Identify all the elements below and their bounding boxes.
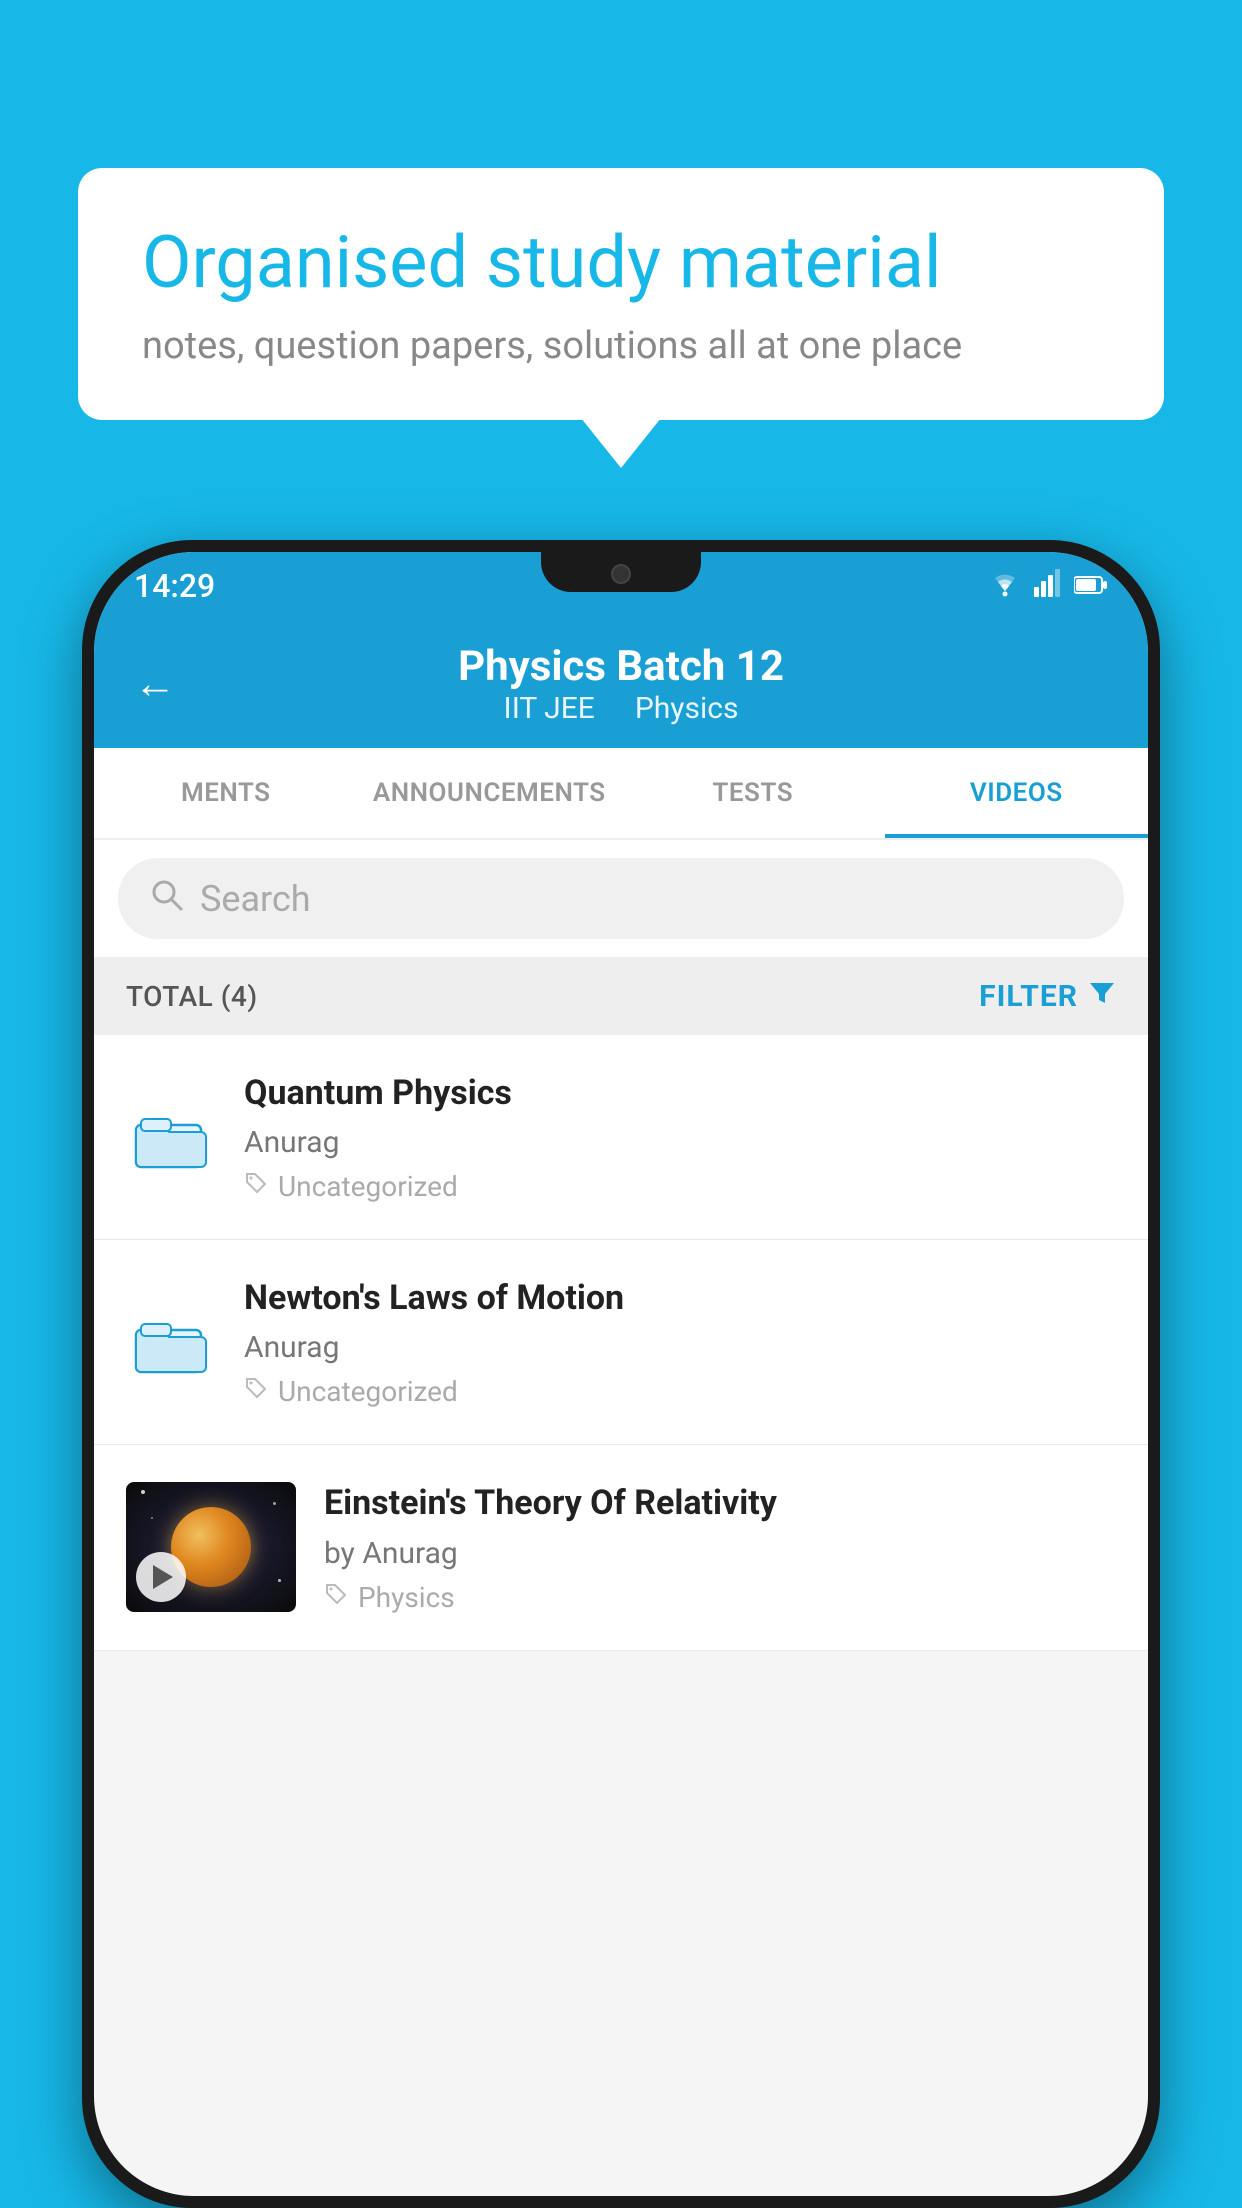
video-thumbnail (126, 1482, 296, 1612)
tag-icon (244, 1376, 268, 1407)
video-info: Newton's Laws of Motion Anurag Uncategor… (244, 1276, 1116, 1408)
notch (541, 552, 701, 592)
filter-button[interactable]: FILTER (979, 977, 1116, 1015)
folder-icon (126, 1297, 216, 1387)
video-info: Quantum Physics Anurag Uncategorized (244, 1071, 1116, 1203)
video-title: Quantum Physics (244, 1071, 1116, 1115)
status-time: 14:29 (134, 567, 215, 605)
wifi-icon (988, 569, 1022, 604)
phone-screen: 14:29 (94, 552, 1148, 2196)
bubble-title: Organised study material (142, 220, 1100, 306)
tab-ments[interactable]: MENTS (94, 748, 358, 838)
tab-videos[interactable]: VIDEOS (885, 748, 1149, 838)
play-icon (153, 1565, 173, 1589)
search-input[interactable]: Search (200, 878, 311, 920)
speech-bubble: Organised study material notes, question… (78, 168, 1164, 420)
bubble-subtitle: notes, question papers, solutions all at… (142, 324, 1100, 368)
list-item[interactable]: Newton's Laws of Motion Anurag Uncategor… (94, 1240, 1148, 1445)
filter-icon (1088, 977, 1116, 1015)
video-author: by Anurag (324, 1536, 1116, 1571)
signal-icon (1034, 569, 1062, 604)
header-title: Physics Batch 12 (458, 642, 784, 691)
video-title: Einstein's Theory Of Relativity (324, 1481, 1116, 1525)
back-button[interactable]: ← (134, 660, 176, 709)
app-screen: 14:29 (94, 552, 1148, 2196)
filter-bar: TOTAL (4) FILTER (94, 957, 1148, 1035)
search-icon (148, 876, 184, 921)
phone-frame: 14:29 (82, 540, 1160, 2208)
tab-tests[interactable]: TESTS (621, 748, 885, 838)
list-item[interactable]: Quantum Physics Anurag Uncategorized (94, 1035, 1148, 1240)
video-tag: Uncategorized (244, 1375, 1116, 1408)
status-icons (988, 569, 1108, 604)
video-author: Anurag (244, 1330, 1116, 1365)
video-title: Newton's Laws of Motion (244, 1276, 1116, 1320)
video-tag: Physics (324, 1581, 1116, 1614)
front-camera (611, 564, 631, 584)
video-list: Quantum Physics Anurag Uncategorized (94, 1035, 1148, 1651)
tab-announcements[interactable]: ANNOUNCEMENTS (358, 748, 622, 838)
list-item[interactable]: Einstein's Theory Of Relativity by Anura… (94, 1445, 1148, 1650)
search-container: Search (94, 840, 1148, 957)
tabs-bar: MENTS ANNOUNCEMENTS TESTS VIDEOS (94, 748, 1148, 840)
status-bar: 14:29 (94, 552, 1148, 620)
battery-icon (1074, 570, 1108, 603)
total-count: TOTAL (4) (126, 980, 258, 1013)
header-tag-iit: IIT JEE (504, 691, 595, 726)
tag-icon (324, 1582, 348, 1613)
video-author: Anurag (244, 1125, 1116, 1160)
video-info: Einstein's Theory Of Relativity by Anura… (324, 1481, 1116, 1613)
search-box[interactable]: Search (118, 858, 1124, 939)
tag-icon (244, 1171, 268, 1202)
app-header: ← Physics Batch 12 IIT JEE Physics (94, 620, 1148, 748)
header-tag-physics: Physics (635, 691, 739, 726)
folder-icon (126, 1092, 216, 1182)
header-tags: IIT JEE Physics (504, 691, 739, 726)
video-tag: Uncategorized (244, 1170, 1116, 1203)
